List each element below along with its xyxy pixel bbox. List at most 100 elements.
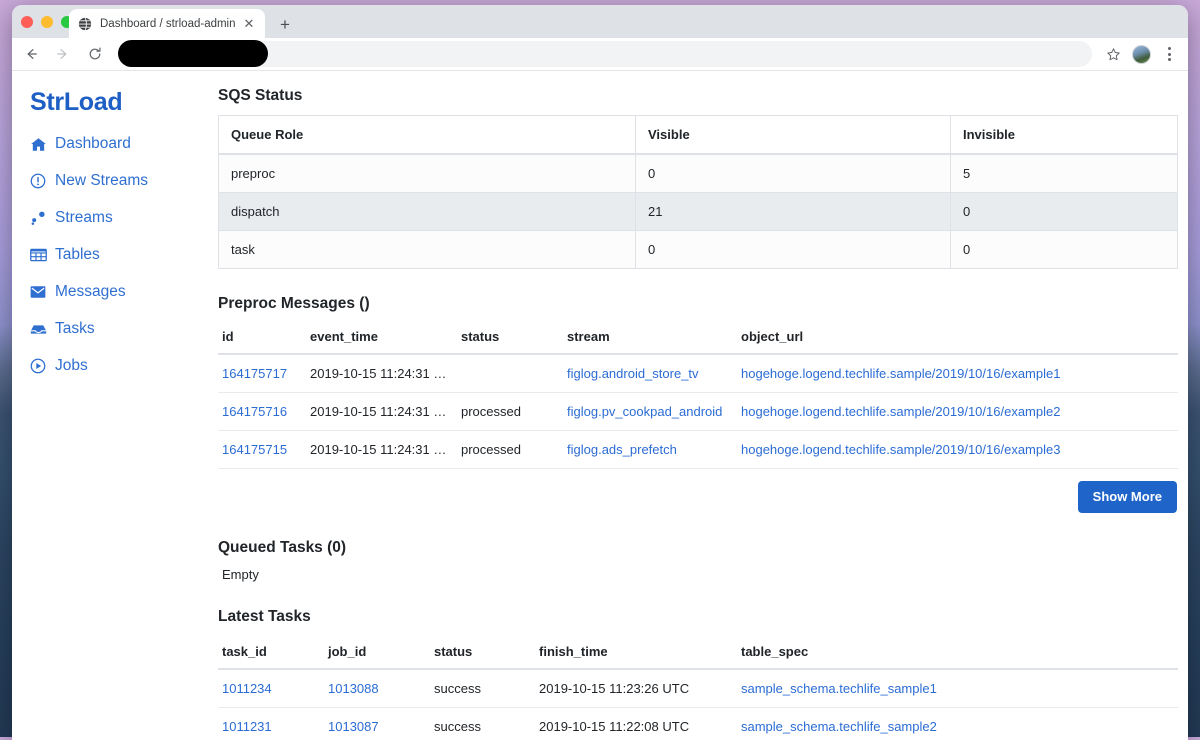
object-url-link[interactable]: hogehoge.logend.techlife.sample/2019/10/…: [741, 404, 1060, 419]
table-header-row: id event_time status stream object_url: [218, 323, 1178, 355]
sidebar-item-dashboard[interactable]: Dashboard: [30, 133, 206, 155]
new-tab-button[interactable]: +: [274, 13, 296, 35]
column-header-visible: Visible: [635, 115, 951, 155]
share-nodes-icon: [30, 210, 48, 226]
message-id-link[interactable]: 164175717: [222, 366, 287, 381]
sidebar-item-messages[interactable]: Messages: [30, 281, 206, 303]
table-spec-link[interactable]: sample_schema.techlife_sample1: [741, 681, 937, 696]
close-icon[interactable]: ✕: [241, 16, 257, 32]
table-row: 164175717 2019-10-15 11:24:31 UTC figlog…: [218, 354, 1178, 393]
table-header-row: task_id job_id status finish_time table_…: [218, 638, 1178, 671]
sidebar-item-label: Dashboard: [55, 135, 131, 152]
queue-role-cell: preproc: [218, 153, 636, 193]
latest-tasks-table: task_id job_id status finish_time table_…: [218, 638, 1178, 740]
dashboard-page: StrLoad Dashboard New Streams Streams Ta…: [12, 71, 1188, 740]
object-url-link[interactable]: hogehoge.logend.techlife.sample/2019/10/…: [741, 442, 1060, 457]
latest-tasks-title: Latest Tasks: [218, 608, 311, 626]
table-row: 164175716 2019-10-15 11:24:31 UTC proces…: [218, 392, 1178, 431]
back-arrow-icon[interactable]: [18, 41, 44, 67]
table-grid-icon: [30, 247, 48, 263]
job-id-link[interactable]: 1013087: [328, 719, 379, 734]
column-header-table-spec: table_spec: [737, 638, 1178, 671]
table-row: task 0 0: [218, 230, 1178, 269]
kebab-menu-icon[interactable]: [1156, 41, 1182, 67]
message-id-link[interactable]: 164175715: [222, 442, 287, 457]
visible-cell: 0: [635, 153, 951, 193]
browser-tab[interactable]: Dashboard / strload-admin ✕: [69, 9, 265, 38]
job-id-cell: 1013088: [324, 669, 430, 709]
stream-cell: figlog.ads_prefetch: [563, 430, 737, 469]
messages-show-more-button[interactable]: Show More: [1077, 481, 1177, 514]
play-circle-icon: [30, 358, 48, 374]
sidebar-item-streams[interactable]: Streams: [30, 207, 206, 229]
finish-time-cell: 2019-10-15 11:22:08 UTC: [535, 707, 737, 740]
sidebar: StrLoad Dashboard New Streams Streams Ta…: [12, 71, 206, 392]
table-spec-link[interactable]: sample_schema.techlife_sample2: [741, 719, 937, 734]
table-row: dispatch 21 0: [218, 192, 1178, 231]
finish-time-cell: 2019-10-15 11:23:26 UTC: [535, 669, 737, 709]
column-header-id: id: [218, 323, 306, 355]
sidebar-item-label: Jobs: [55, 357, 88, 374]
table-header-row: Queue Role Visible Invisible: [218, 115, 1178, 155]
column-header-event-time: event_time: [306, 323, 457, 355]
page-viewport: StrLoad Dashboard New Streams Streams Ta…: [12, 71, 1188, 740]
table-row: preproc 0 5: [218, 153, 1178, 193]
status-cell: [457, 354, 563, 393]
message-id-cell: 164175717: [218, 354, 306, 393]
message-id-cell: 164175715: [218, 430, 306, 469]
object-url-cell: hogehoge.logend.techlife.sample/2019/10/…: [737, 354, 1178, 393]
app-brand: StrLoad: [30, 88, 123, 116]
job-id-link[interactable]: 1013088: [328, 681, 379, 696]
table-spec-cell: sample_schema.techlife_sample1: [737, 669, 1178, 709]
sidebar-item-label: Tables: [55, 246, 100, 263]
avatar-icon[interactable]: [1128, 41, 1154, 67]
reload-icon[interactable]: [82, 41, 108, 67]
sqs-status-title: SQS Status: [218, 87, 303, 104]
sidebar-item-jobs[interactable]: Jobs: [30, 355, 206, 377]
messages-actions: Show More: [218, 481, 1178, 514]
browser-window: Dashboard / strload-admin ✕ + StrLoad Da…: [12, 5, 1188, 740]
event-time-cell: 2019-10-15 11:24:31 UTC: [306, 354, 457, 393]
table-row: 164175715 2019-10-15 11:24:31 UTC proces…: [218, 430, 1178, 469]
window-controls: [21, 16, 73, 28]
status-cell: success: [430, 707, 535, 740]
event-time-cell: 2019-10-15 11:24:31 UTC: [306, 392, 457, 431]
stream-link[interactable]: figlog.ads_prefetch: [567, 442, 677, 457]
column-header-status: status: [457, 323, 563, 355]
sidebar-item-tables[interactable]: Tables: [30, 244, 206, 266]
invisible-cell: 0: [950, 230, 1178, 269]
minimize-window-button[interactable]: [41, 16, 53, 28]
stream-link[interactable]: figlog.pv_cookpad_android: [567, 404, 722, 419]
column-header-invisible: Invisible: [950, 115, 1178, 155]
object-url-cell: hogehoge.logend.techlife.sample/2019/10/…: [737, 430, 1178, 469]
task-id-link[interactable]: 1011234: [222, 681, 272, 696]
queue-role-cell: dispatch: [218, 192, 636, 231]
browser-tab-strip: Dashboard / strload-admin ✕ +: [12, 5, 1188, 38]
forward-arrow-icon[interactable]: [50, 41, 76, 67]
address-bar[interactable]: [118, 40, 1092, 67]
sidebar-item-tasks[interactable]: Tasks: [30, 318, 206, 340]
sidebar-item-new-streams[interactable]: New Streams: [30, 170, 206, 192]
table-row: 1011234 1013088 success 2019-10-15 11:23…: [218, 669, 1178, 709]
stream-link[interactable]: figlog.android_store_tv: [567, 366, 699, 381]
queued-tasks-title: Queued Tasks (0): [218, 539, 347, 557]
close-window-button[interactable]: [21, 16, 33, 28]
status-cell: success: [430, 669, 535, 709]
object-url-link[interactable]: hogehoge.logend.techlife.sample/2019/10/…: [741, 366, 1060, 381]
preproc-messages-title: Preproc Messages (): [218, 295, 370, 312]
message-id-link[interactable]: 164175716: [222, 404, 287, 419]
exclamation-circle-icon: [30, 173, 48, 189]
globe-icon: [77, 16, 92, 31]
envelope-icon: [30, 284, 48, 300]
status-cell: processed: [457, 392, 563, 431]
task-id-link[interactable]: 1011231: [222, 719, 272, 734]
browser-toolbar: [12, 38, 1188, 71]
star-icon[interactable]: [1100, 41, 1126, 67]
stream-cell: figlog.pv_cookpad_android: [563, 392, 737, 431]
visible-cell: 0: [635, 230, 951, 269]
address-bar-redaction: [118, 40, 268, 67]
queue-role-cell: task: [218, 230, 636, 269]
toolbar-actions: [1100, 41, 1182, 67]
main-content: SQS Status Queue Role Visible Invisible …: [206, 71, 1178, 740]
task-id-cell: 1011231: [218, 707, 324, 740]
